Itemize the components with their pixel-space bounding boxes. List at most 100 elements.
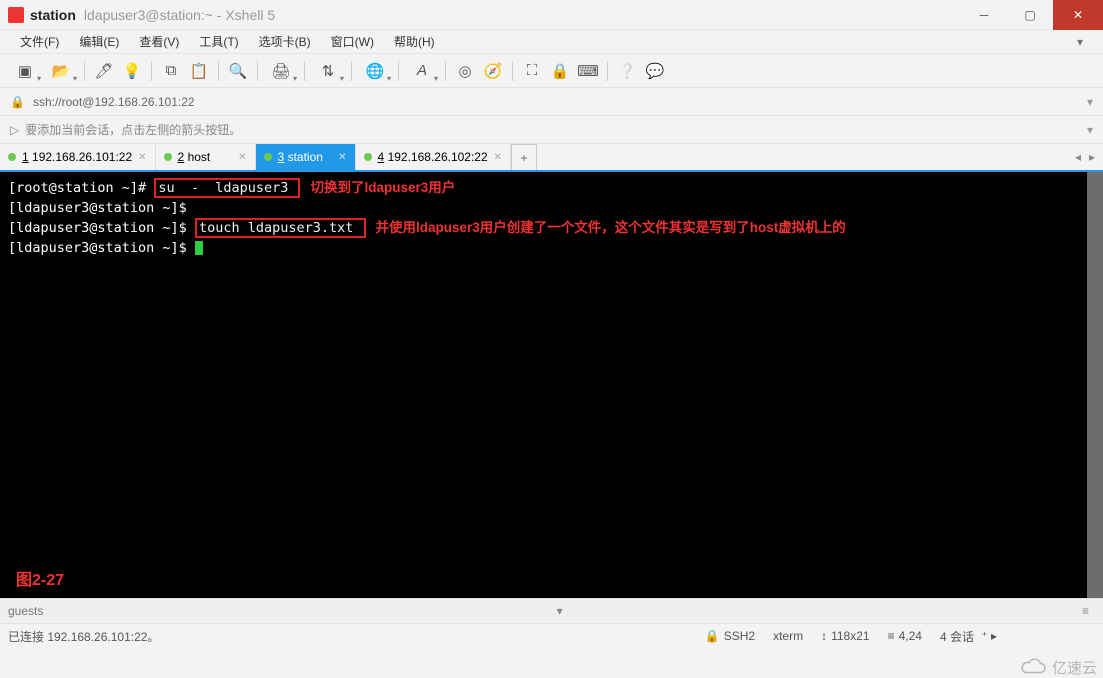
keyboard-icon[interactable]: ⌨	[575, 58, 601, 84]
tab-prev-icon[interactable]: ◂	[1075, 150, 1081, 164]
session-name: station	[30, 7, 76, 23]
cmd-touch: touch ldapuser3.txt	[195, 218, 366, 238]
tab-label: 2 host	[178, 150, 211, 164]
status-dot-icon	[8, 153, 16, 161]
toolbar: ▣▾ 📂▾ 🖊 💡 ⧉ 📋 🔍 🖨▾ ⇅▾ 🌐▾ A▾ ◎ 🧭 ⛶ 🔒 ⌨ ❔ …	[0, 54, 1103, 88]
tab-3[interactable]: 3 station ✕	[256, 144, 356, 170]
info-bar: ▷ 要添加当前会话，点击左侧的箭头按钮。 ▾	[0, 116, 1103, 144]
separator	[151, 61, 152, 81]
separator	[218, 61, 219, 81]
new-session-button[interactable]: ▣▾	[8, 58, 42, 84]
info-overflow-icon[interactable]: ▾	[1087, 123, 1093, 137]
title-bar: station ldapuser3@station:~ - Xshell 5 ─…	[0, 0, 1103, 30]
prompt: [ldapuser3@station ~]$	[8, 240, 195, 256]
menu-help[interactable]: 帮助(H)	[384, 31, 445, 52]
compass-icon[interactable]: 🧭	[480, 58, 506, 84]
copy-button[interactable]: ⧉	[158, 58, 184, 84]
status-dot-icon	[164, 153, 172, 161]
hint-icon: ▷	[10, 123, 19, 137]
menu-file[interactable]: 文件(F)	[10, 31, 69, 52]
cmd-su: su - ldapuser3	[154, 178, 300, 198]
tab-label: 4 192.168.26.102:22	[378, 150, 488, 164]
color-button[interactable]: ◎	[452, 58, 478, 84]
disconnect-icon[interactable]: 💡	[119, 58, 145, 84]
guests-dropdown-icon[interactable]: ▾	[551, 604, 569, 618]
separator	[257, 61, 258, 81]
maximize-button[interactable]: ▢	[1007, 0, 1053, 30]
paste-button[interactable]: 📋	[186, 58, 212, 84]
open-button[interactable]: 📂▾	[44, 58, 78, 84]
fullscreen-icon[interactable]: ⛶	[519, 58, 545, 84]
separator	[512, 61, 513, 81]
window-controls: ─ ▢ ✕	[961, 0, 1103, 30]
scrollbar-thumb[interactable]	[1087, 172, 1103, 598]
find-button[interactable]: 🔍	[225, 58, 251, 84]
scrollbar-track[interactable]	[1087, 172, 1103, 598]
tab-label: 3 station	[278, 150, 323, 164]
menu-tab[interactable]: 选项卡(B)	[249, 31, 321, 52]
address-bar: 🔒 ssh://root@192.168.26.101:22 ▾	[0, 88, 1103, 116]
tab-close-icon[interactable]: ✕	[138, 152, 146, 163]
annotation-1: 切换到了ldapuser3用户	[310, 180, 455, 195]
prompt: [root@station ~]#	[8, 180, 154, 196]
tab-bar: 1 192.168.26.101:22 ✕ 2 host ✕ 3 station…	[0, 144, 1103, 172]
separator	[445, 61, 446, 81]
add-tab-button[interactable]: +	[511, 144, 537, 170]
tab-2[interactable]: 2 host ✕	[156, 144, 256, 170]
separator	[304, 61, 305, 81]
menu-edit[interactable]: 编辑(E)	[69, 31, 129, 52]
window-title: ldapuser3@station:~ - Xshell 5	[84, 7, 275, 23]
status-sessions: 4 会话 ⁺ ▸	[940, 628, 997, 645]
font-button[interactable]: A▾	[405, 58, 439, 84]
tab-nav: ◂ ▸	[1067, 144, 1103, 170]
app-icon	[8, 7, 24, 23]
tab-1[interactable]: 1 192.168.26.101:22 ✕	[0, 144, 156, 170]
cloud-icon	[1018, 658, 1048, 678]
lock-small-icon: 🔒	[10, 95, 25, 109]
separator	[351, 61, 352, 81]
status-connection: 已连接 192.168.26.101:22。	[8, 628, 159, 645]
address-overflow-icon[interactable]: ▾	[1087, 95, 1093, 109]
tab-next-icon[interactable]: ▸	[1089, 150, 1095, 164]
ftp-button[interactable]: ⇅▾	[311, 58, 345, 84]
guests-bar[interactable]: guests ▾ ≡	[0, 598, 1103, 624]
tab-label: 1 192.168.26.101:22	[22, 150, 132, 164]
ssh-url[interactable]: ssh://root@192.168.26.101:22	[33, 95, 195, 109]
status-dot-icon	[364, 153, 372, 161]
tab-close-icon[interactable]: ✕	[238, 152, 246, 163]
menu-overflow-icon[interactable]: ▾	[1067, 33, 1093, 51]
terminal-output: [root@station ~]# su - ldapuser3 切换到了lda…	[0, 172, 1103, 258]
tab-close-icon[interactable]: ✕	[494, 152, 502, 163]
status-dot-icon	[264, 153, 272, 161]
prompt: [ldapuser3@station ~]$	[8, 220, 195, 236]
separator	[607, 61, 608, 81]
watermark: 亿速云	[1018, 657, 1097, 678]
help-icon[interactable]: ❔	[614, 58, 640, 84]
status-bar: 已连接 192.168.26.101:22。 🔒 SSH2 xterm ↕ 11…	[0, 624, 1103, 648]
menu-view[interactable]: 查看(V)	[129, 31, 189, 52]
status-size: ↕ 118x21	[821, 629, 869, 643]
status-cursor: ≡ 4,24	[888, 629, 922, 643]
menu-bar: 文件(F) 编辑(E) 查看(V) 工具(T) 选项卡(B) 窗口(W) 帮助(…	[0, 30, 1103, 54]
hint-text: 要添加当前会话，点击左侧的箭头按钮。	[25, 121, 241, 138]
guests-list-icon[interactable]: ≡	[1076, 604, 1095, 618]
terminal-area[interactable]: [root@station ~]# su - ldapuser3 切换到了lda…	[0, 172, 1103, 598]
close-button[interactable]: ✕	[1053, 0, 1103, 30]
language-button[interactable]: 🌐▾	[358, 58, 392, 84]
menu-window[interactable]: 窗口(W)	[321, 31, 384, 52]
annotation-2: 并使用ldapuser3用户创建了一个文件，这个文件其实是写到了host虚拟机上…	[376, 220, 846, 235]
tab-4[interactable]: 4 192.168.26.102:22 ✕	[356, 144, 512, 170]
print-button[interactable]: 🖨▾	[264, 58, 298, 84]
status-protocol: 🔒 SSH2	[705, 629, 755, 643]
prompt: [ldapuser3@station ~]$	[8, 200, 187, 216]
menu-tool[interactable]: 工具(T)	[189, 31, 248, 52]
lock-icon[interactable]: 🔒	[547, 58, 573, 84]
message-icon[interactable]: 💬	[642, 58, 668, 84]
separator	[84, 61, 85, 81]
minimize-button[interactable]: ─	[961, 0, 1007, 30]
separator	[398, 61, 399, 81]
tab-close-icon[interactable]: ✕	[338, 152, 346, 163]
guests-label: guests	[8, 604, 43, 618]
reconnect-icon[interactable]: 🖊	[91, 58, 117, 84]
terminal-cursor	[195, 241, 203, 255]
